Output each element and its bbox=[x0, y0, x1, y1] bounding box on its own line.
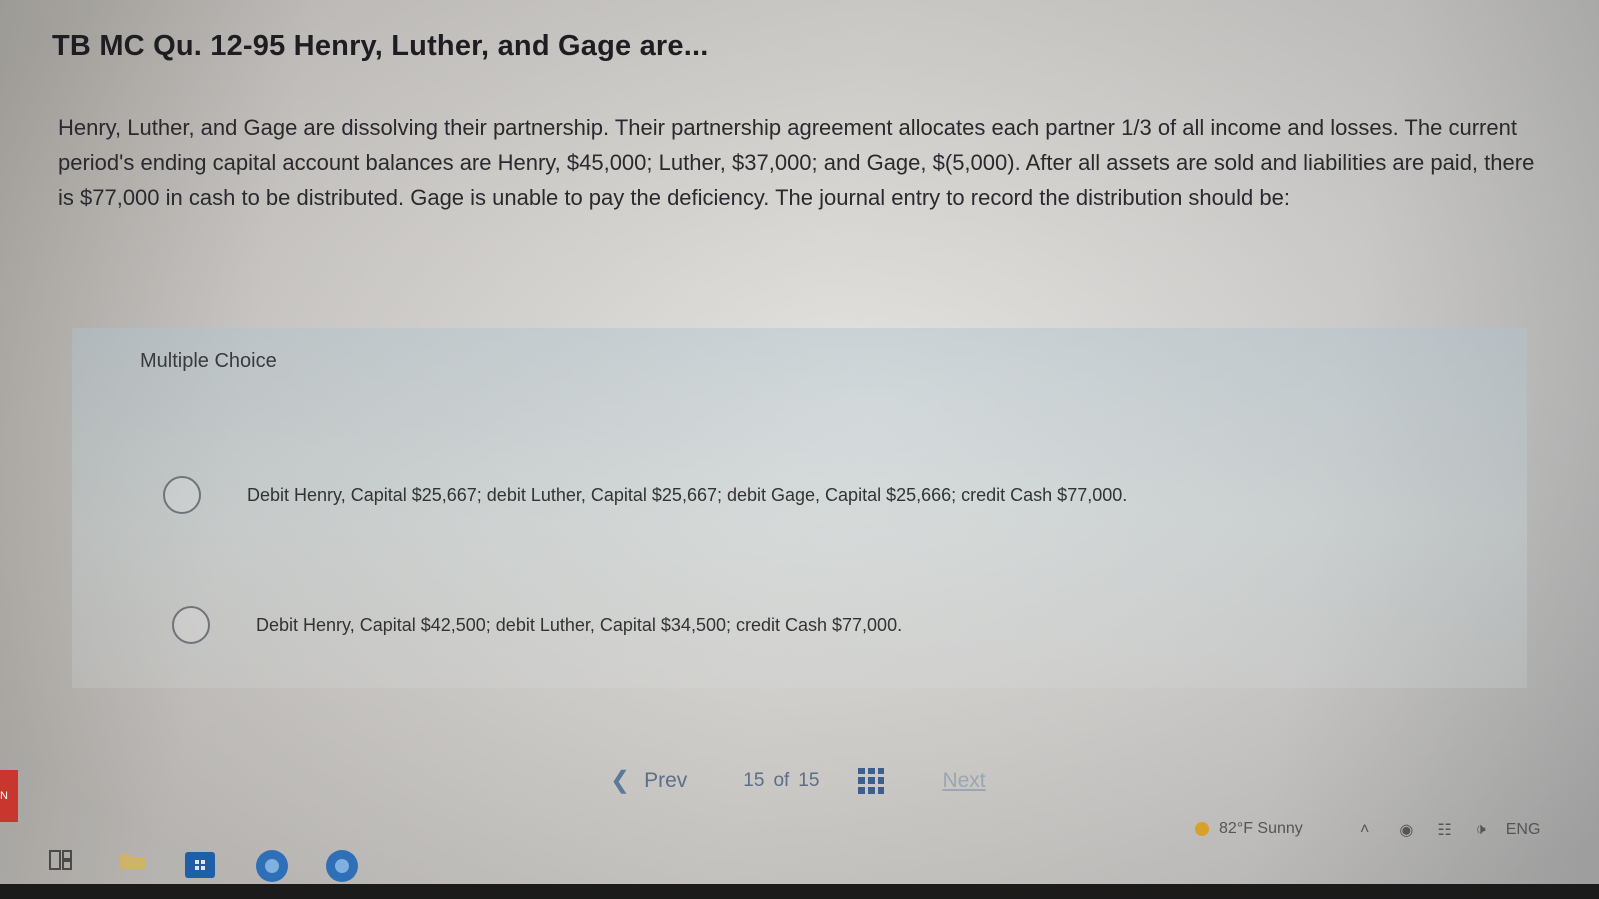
task-view-icon[interactable] bbox=[48, 848, 74, 872]
question-title: TB MC Qu. 12-95 Henry, Luther, and Gage … bbox=[52, 30, 709, 62]
weather-widget[interactable]: 82°F Sunny bbox=[1195, 820, 1303, 838]
answer-option-2-text: Debit Henry, Capital $42,500; debit Luth… bbox=[256, 614, 903, 635]
multiple-choice-label: Multiple Choice bbox=[140, 350, 277, 372]
monitor-bezel bbox=[0, 884, 1599, 899]
volume-icon[interactable]: 🕩 bbox=[1476, 821, 1486, 839]
language-indicator[interactable]: ENG bbox=[1506, 821, 1541, 839]
camera-icon[interactable]: ◉ bbox=[1399, 820, 1413, 840]
sun-icon bbox=[1195, 822, 1209, 836]
question-grid-icon[interactable] bbox=[858, 767, 885, 794]
question-prompt: Henry, Luther, and Gage are dissolving t… bbox=[58, 115, 1535, 210]
current-question-number: 15 bbox=[743, 769, 765, 791]
answer-option-1[interactable]: Debit Henry, Capital $25,667; debit Luth… bbox=[163, 476, 1127, 514]
system-tray: ˄ ◉ ☷ 🕩 ENG bbox=[1360, 820, 1540, 840]
browser-icon[interactable] bbox=[253, 848, 291, 884]
edge-tab-label: N bbox=[0, 790, 8, 802]
chevron-up-icon[interactable]: ˄ bbox=[1360, 821, 1369, 839]
answer-option-1-text: Debit Henry, Capital $25,667; debit Luth… bbox=[247, 484, 1128, 505]
question-navigation: ❮ Prev 15 of 15 Next bbox=[610, 766, 986, 795]
weather-text: 82°F Sunny bbox=[1219, 820, 1303, 837]
radio-button-2[interactable] bbox=[172, 606, 210, 644]
chevron-left-icon: ❮ bbox=[610, 767, 631, 794]
browser-profile-icon[interactable] bbox=[323, 848, 361, 884]
store-icon[interactable] bbox=[183, 848, 217, 880]
prev-button[interactable]: ❮ Prev bbox=[610, 766, 687, 795]
prev-label: Prev bbox=[644, 768, 688, 792]
radio-button-1[interactable] bbox=[163, 476, 201, 514]
next-button[interactable]: Next bbox=[942, 769, 985, 793]
network-icon[interactable]: ☷ bbox=[1437, 820, 1451, 840]
question-counter: 15 of 15 bbox=[743, 770, 828, 792]
answer-option-2[interactable]: Debit Henry, Capital $42,500; debit Luth… bbox=[172, 606, 902, 644]
total-questions: 15 bbox=[798, 769, 820, 791]
edge-tab[interactable]: N bbox=[0, 770, 18, 822]
of-label: of bbox=[773, 769, 790, 791]
folder-icon[interactable] bbox=[118, 848, 148, 872]
